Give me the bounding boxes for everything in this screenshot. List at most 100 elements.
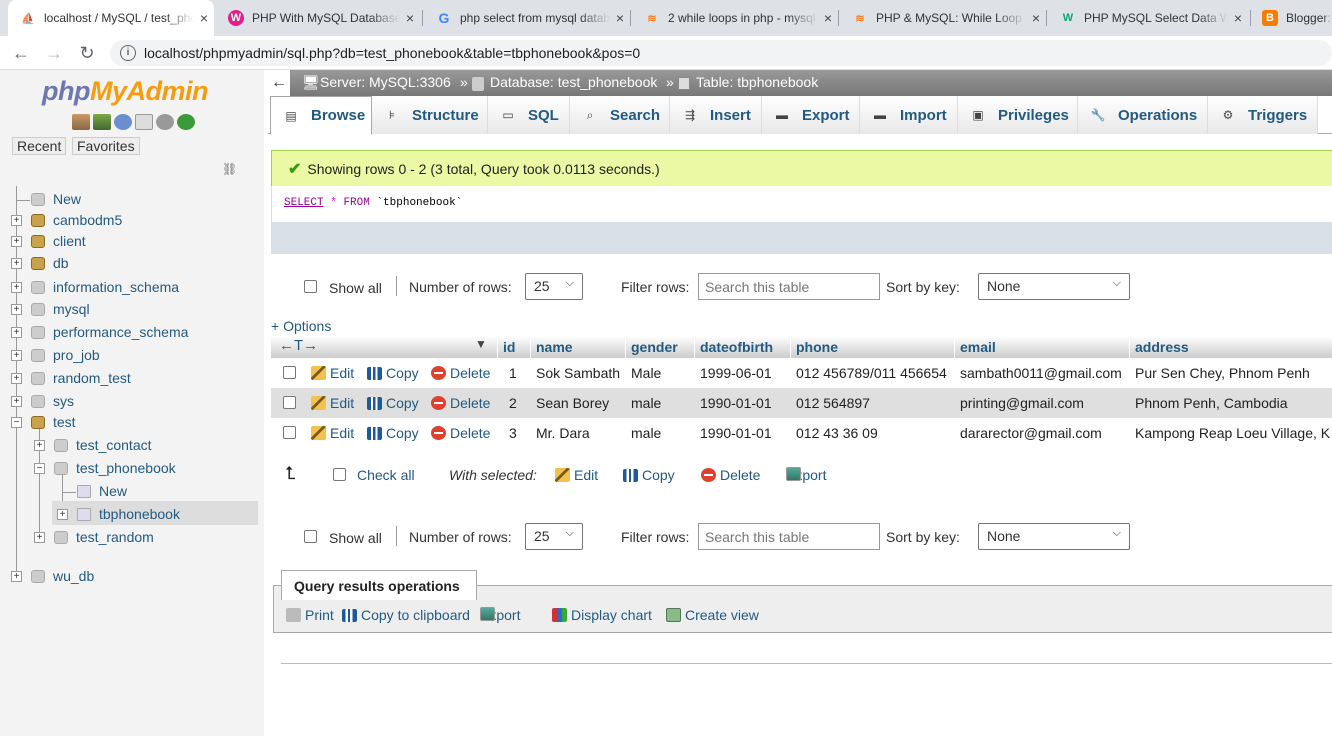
row-checkbox[interactable]: [283, 366, 296, 379]
breadcrumb-database[interactable]: Database: test_phonebook: [490, 74, 657, 90]
close-tab-icon[interactable]: ×: [818, 10, 838, 26]
rows-per-page-select[interactable]: 25 ⌵: [525, 523, 583, 550]
check-all-checkbox[interactable]: [333, 468, 346, 481]
tree-item-new[interactable]: New: [99, 483, 127, 499]
tree-item-new[interactable]: New: [53, 191, 81, 207]
tab-privileges[interactable]: ▣ Privileges: [958, 96, 1078, 134]
tab-operations[interactable]: 🔧 Operations: [1078, 96, 1208, 134]
row-edit-button[interactable]: Edit: [311, 395, 354, 411]
tab-structure[interactable]: ⊧ Structure: [372, 96, 488, 134]
url-field[interactable]: i localhost/phpmyadmin/sql.php?db=test_p…: [110, 40, 1332, 66]
tree-item-client[interactable]: client: [53, 233, 86, 249]
expand-toggle-icon[interactable]: +: [11, 373, 22, 384]
collapse-arrow-icon[interactable]: ←: [268, 70, 290, 96]
expand-toggle-icon[interactable]: +: [11, 396, 22, 407]
filter-rows-input[interactable]: Search this table: [698, 523, 880, 550]
row-delete-button[interactable]: Delete: [431, 425, 490, 441]
browser-tab-3[interactable]: G php select from mysql database ×: [424, 0, 630, 36]
copy-to-clipboard-button[interactable]: Copy to clipboard: [342, 607, 470, 623]
column-header-id[interactable]: id: [503, 339, 515, 355]
column-arrows-icon[interactable]: ←T→: [279, 337, 318, 354]
browser-tab-5[interactable]: ≋ PHP & MySQL: While Loop ×: [840, 0, 1046, 36]
sort-by-key-select[interactable]: None ⌵: [978, 523, 1130, 550]
tree-item-random-test[interactable]: random_test: [53, 370, 131, 386]
close-tab-icon[interactable]: ×: [1026, 10, 1046, 26]
column-header-phone[interactable]: phone: [796, 339, 838, 355]
expand-toggle-icon[interactable]: +: [11, 304, 22, 315]
expand-toggle-icon[interactable]: +: [57, 509, 68, 520]
tree-item-cambodm5[interactable]: cambodm5: [53, 212, 122, 228]
help-icon[interactable]: [114, 114, 132, 130]
column-header-dateofbirth[interactable]: dateofbirth: [700, 339, 773, 355]
breadcrumb-server[interactable]: Server: MySQL:3306: [320, 74, 451, 90]
tree-item-tbphonebook[interactable]: tbphonebook: [99, 506, 180, 522]
tree-item-sys[interactable]: sys: [53, 393, 74, 409]
forward-arrow-icon[interactable]: →: [43, 42, 65, 64]
show-all-checkbox[interactable]: [304, 530, 317, 543]
sort-triangle-icon[interactable]: ▼: [475, 337, 487, 351]
tree-item-test-contact[interactable]: test_contact: [76, 437, 152, 453]
create-view-button[interactable]: Create view: [666, 607, 759, 623]
browser-tab-phpmyadmin[interactable]: ⛵ localhost / MySQL / test_phonebook ×: [8, 0, 214, 36]
column-header-email[interactable]: email: [960, 339, 996, 355]
close-tab-icon[interactable]: ×: [194, 10, 214, 26]
bulk-delete-button[interactable]: Delete: [701, 467, 760, 483]
row-copy-button[interactable]: Copy: [367, 365, 419, 381]
filter-rows-input[interactable]: Search this table: [698, 273, 880, 300]
row-edit-button[interactable]: Edit: [311, 425, 354, 441]
tree-item-pro-job[interactable]: pro_job: [53, 347, 100, 363]
expand-toggle-icon[interactable]: −: [34, 463, 45, 474]
row-delete-button[interactable]: Delete: [431, 395, 490, 411]
recent-button[interactable]: Recent: [12, 137, 67, 155]
reload-icon[interactable]: ↻: [76, 42, 98, 64]
rows-per-page-select[interactable]: 25 ⌵: [525, 273, 583, 300]
expand-toggle-icon[interactable]: +: [11, 571, 22, 582]
settings-icon[interactable]: [156, 114, 174, 130]
bulk-export-button[interactable]: Export: [786, 467, 826, 483]
tree-item-wu-db[interactable]: wu_db: [53, 568, 94, 584]
options-link[interactable]: + Options: [271, 318, 331, 334]
home-icon[interactable]: [72, 114, 90, 130]
close-tab-icon[interactable]: ×: [610, 10, 630, 26]
row-copy-button[interactable]: Copy: [367, 425, 419, 441]
tree-item-test-phonebook[interactable]: test_phonebook: [76, 460, 176, 476]
tab-browse[interactable]: ▤ Browse: [270, 96, 372, 135]
row-checkbox[interactable]: [283, 426, 296, 439]
close-tab-icon[interactable]: ×: [1228, 10, 1248, 26]
refresh-icon[interactable]: [177, 114, 195, 130]
link-icon[interactable]: ⛓: [222, 162, 237, 176]
expand-toggle-icon[interactable]: +: [34, 440, 45, 451]
sort-by-key-select[interactable]: None ⌵: [978, 273, 1130, 300]
expand-toggle-icon[interactable]: +: [11, 258, 22, 269]
close-tab-icon[interactable]: ×: [400, 10, 420, 26]
tree-item-mysql[interactable]: mysql: [53, 301, 90, 317]
back-arrow-icon[interactable]: ←: [10, 42, 32, 64]
column-header-gender[interactable]: gender: [631, 339, 678, 355]
tree-item-test[interactable]: test: [53, 414, 76, 430]
print-button[interactable]: Print: [286, 607, 334, 623]
tab-sql[interactable]: ▭ SQL: [488, 96, 570, 134]
check-all-label[interactable]: Check all: [357, 467, 415, 483]
expand-toggle-icon[interactable]: +: [11, 236, 22, 247]
browser-tab-2[interactable]: W PHP With MySQL Database ×: [216, 0, 420, 36]
tab-triggers[interactable]: ⚙ Triggers: [1208, 96, 1318, 134]
row-copy-button[interactable]: Copy: [367, 395, 419, 411]
tab-insert[interactable]: ⇶ Insert: [670, 96, 762, 134]
bulk-copy-button[interactable]: Copy: [623, 467, 675, 483]
phpmyadmin-logo[interactable]: phpMyAdmin: [42, 76, 208, 107]
expand-toggle-icon[interactable]: +: [34, 532, 45, 543]
expand-toggle-icon[interactable]: +: [11, 215, 22, 226]
display-chart-button[interactable]: Display chart: [552, 607, 652, 623]
expand-toggle-icon[interactable]: −: [11, 417, 22, 428]
column-header-name[interactable]: name: [536, 339, 573, 355]
logout-icon[interactable]: [93, 114, 111, 130]
tab-import[interactable]: ▬ Import: [860, 96, 958, 134]
expand-toggle-icon[interactable]: +: [11, 327, 22, 338]
docs-icon[interactable]: [135, 114, 153, 130]
tab-export[interactable]: ▬ Export: [762, 96, 860, 134]
bulk-edit-button[interactable]: Edit: [555, 467, 598, 483]
export-button[interactable]: Export: [480, 607, 520, 623]
info-icon[interactable]: i: [120, 45, 136, 61]
browser-tab-6[interactable]: W PHP MySQL Select Data With ×: [1048, 0, 1248, 36]
breadcrumb-table[interactable]: Table: tbphonebook: [696, 74, 818, 90]
